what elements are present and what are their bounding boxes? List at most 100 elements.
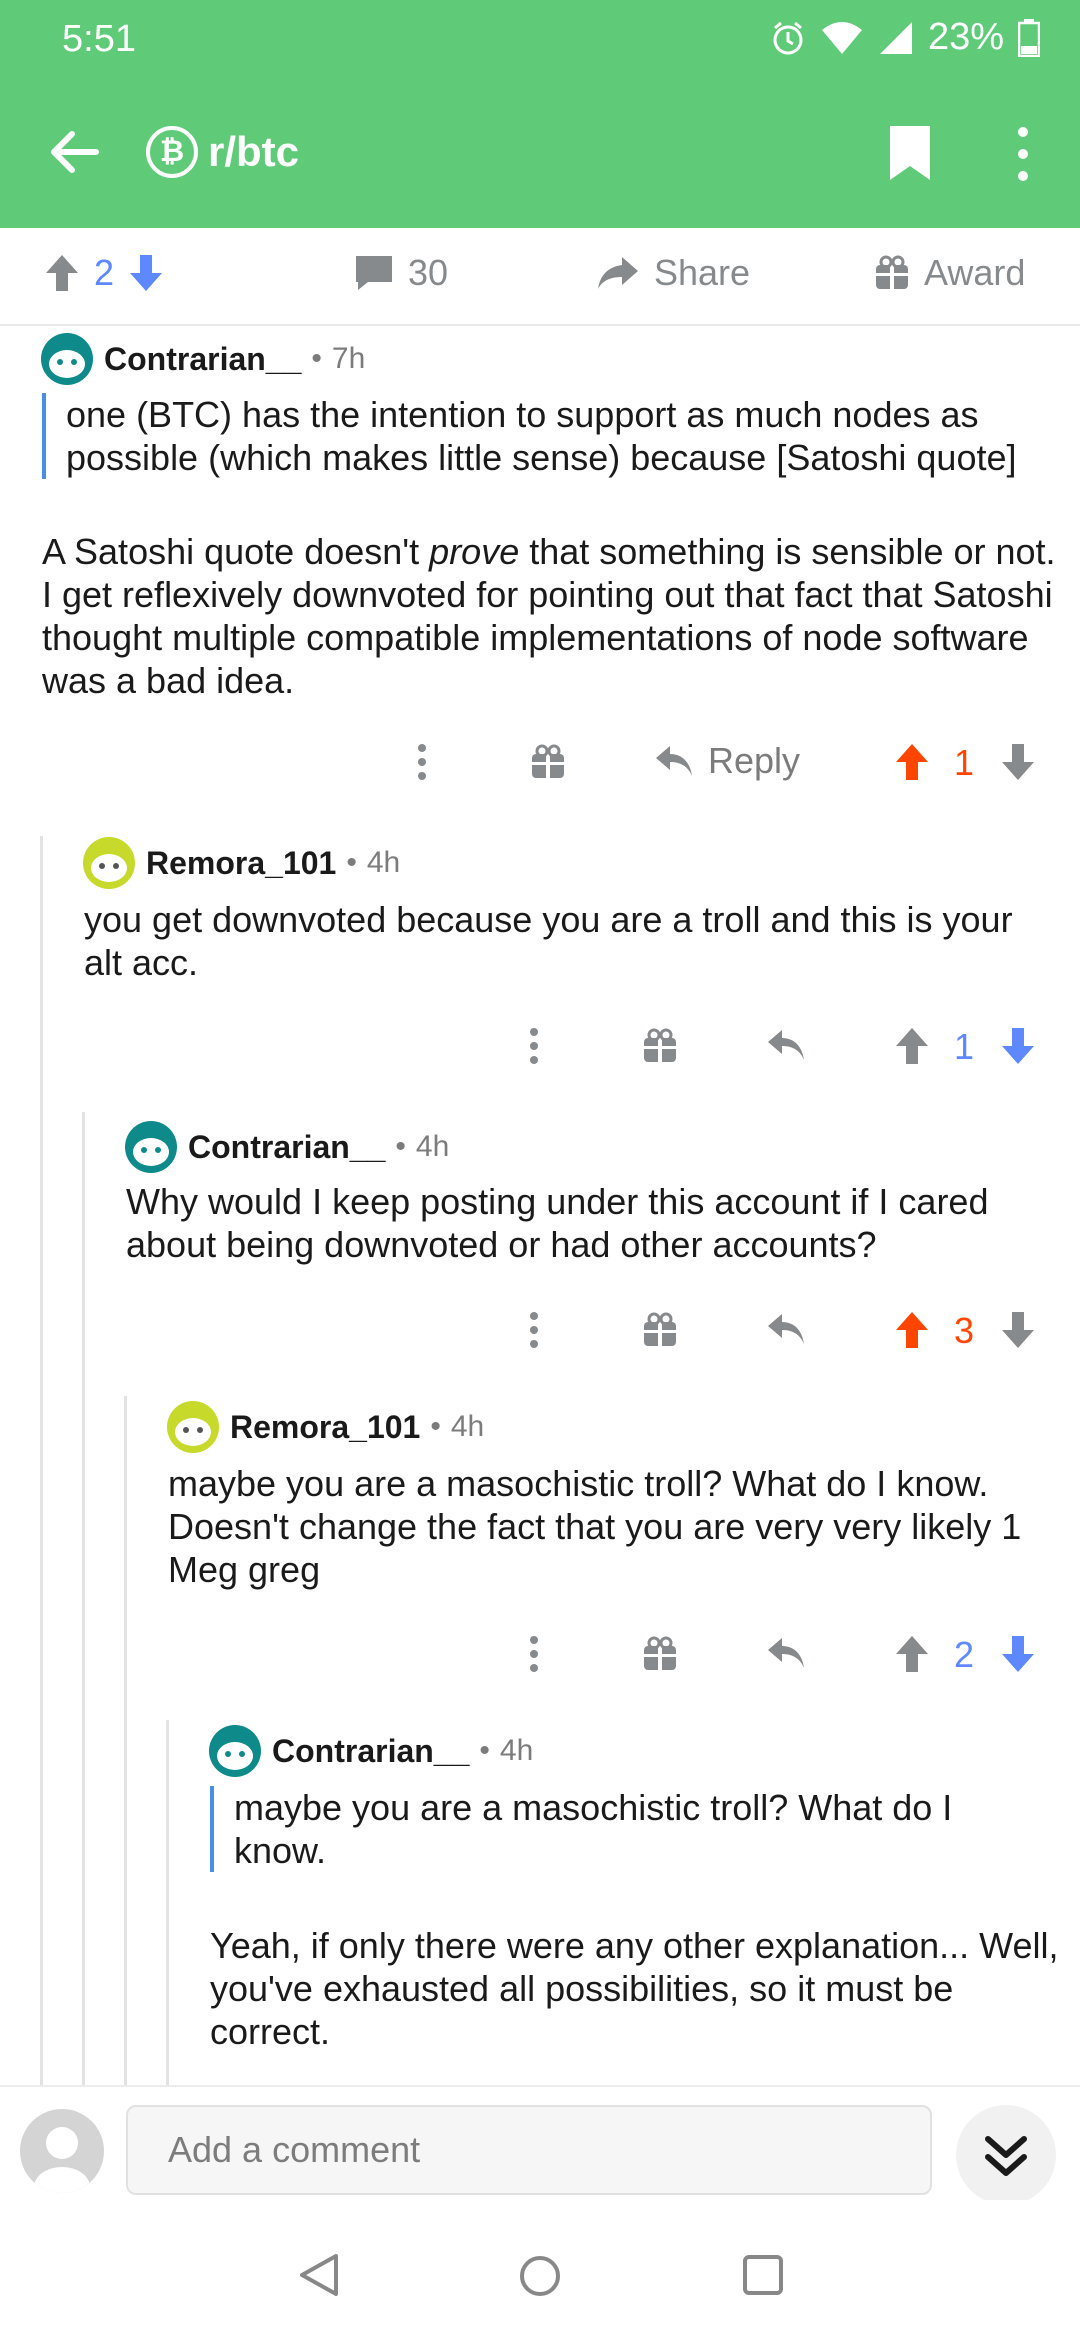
subreddit-name: r/btc	[208, 128, 300, 175]
separator-dot: •	[395, 1130, 406, 1163]
avatar[interactable]	[208, 1724, 262, 1778]
reply-icon	[656, 746, 692, 776]
reply-label: Reply	[708, 740, 801, 781]
user-icon	[34, 2127, 90, 2193]
downvote-icon[interactable]	[1000, 1310, 1036, 1350]
comment-score: 2	[954, 1634, 975, 1675]
comment-header: Remora_101 • 4h	[166, 1400, 484, 1454]
comment-body: Why would I keep posting under this acco…	[126, 1181, 989, 1265]
comment-age: 4h	[415, 1130, 450, 1163]
gift-icon[interactable]	[642, 1312, 678, 1348]
comment-header: Contrarian__ • 7h	[40, 332, 365, 386]
wifi-icon	[821, 21, 862, 54]
comment-body-emphasis: prove	[429, 531, 520, 572]
upvote-icon[interactable]	[44, 253, 80, 293]
separator-dot: •	[346, 846, 357, 879]
upvote-icon[interactable]	[894, 1026, 930, 1066]
upvote-icon[interactable]	[894, 742, 930, 782]
comments-button[interactable]: 30	[354, 252, 448, 294]
reply-button[interactable]: Reply	[654, 740, 800, 782]
comment-header: Contrarian__ • 4h	[124, 1120, 449, 1174]
more-vert-icon[interactable]	[526, 1634, 542, 1674]
comment-author[interactable]: Contrarian__	[272, 1733, 469, 1770]
battery-percent: 23%	[927, 16, 1004, 58]
separator-dot: •	[479, 1734, 490, 1767]
avatar[interactable]	[124, 1120, 178, 1174]
upvote-icon[interactable]	[894, 1634, 930, 1674]
subreddit-link[interactable]: ₿ r/btc	[146, 126, 299, 178]
user-avatar[interactable]	[20, 2109, 104, 2193]
downvote-icon[interactable]	[1000, 1026, 1036, 1066]
comment-header: Remora_101 • 4h	[82, 836, 400, 890]
alarm-icon	[773, 21, 803, 54]
comment-age: 4h	[499, 1734, 534, 1767]
nav-home-icon[interactable]	[518, 2254, 562, 2298]
bookmark-icon[interactable]	[888, 124, 932, 182]
avatar[interactable]	[166, 1400, 220, 1454]
comment-score: 1	[954, 742, 975, 783]
comment-author[interactable]: Contrarian__	[104, 341, 301, 378]
comment-score: 1	[954, 1026, 975, 1067]
thread-line	[166, 1720, 169, 2086]
add-comment-input[interactable]: Add a comment	[126, 2105, 932, 2195]
reply-icon[interactable]	[766, 1636, 806, 1670]
award-button[interactable]: Award	[874, 252, 1025, 294]
comment-age: 4h	[366, 846, 401, 879]
thread-line	[124, 1396, 127, 2086]
downvote-icon[interactable]	[1000, 1634, 1036, 1674]
award-label: Award	[924, 252, 1026, 293]
post-action-row: 2 30 Share Award	[0, 228, 1080, 326]
separator-dot: •	[311, 342, 322, 375]
comment-actions: Reply 1	[0, 738, 1080, 788]
share-label: Share	[654, 252, 751, 293]
battery-icon	[1018, 18, 1040, 57]
nav-back-icon[interactable]	[298, 2252, 340, 2298]
comment-body: Yeah, if only there were any other expla…	[210, 1925, 1059, 2052]
upvote-icon[interactable]	[894, 1310, 930, 1350]
more-vert-icon[interactable]	[526, 1026, 542, 1066]
scroll-next-button[interactable]	[956, 2105, 1056, 2205]
bitcoin-icon: ₿	[146, 126, 198, 178]
comment-author[interactable]: Remora_101	[146, 845, 336, 882]
comment-actions: 2	[0, 1630, 1080, 1680]
thread-line	[82, 1112, 85, 2086]
gift-icon[interactable]	[530, 744, 566, 780]
share-icon	[598, 257, 638, 289]
comment-age: 4h	[450, 1410, 485, 1443]
gift-icon[interactable]	[642, 1028, 678, 1064]
back-arrow-icon[interactable]	[44, 122, 104, 182]
nav-recents-icon[interactable]	[742, 2254, 784, 2296]
comment-body: maybe you are a masochistic troll? What …	[168, 1463, 1022, 1590]
comment-actions: 3	[0, 1306, 1080, 1356]
comment-body: you get downvoted because you are a trol…	[84, 899, 1013, 983]
more-vert-icon[interactable]	[414, 742, 430, 782]
comment-author[interactable]: Contrarian__	[188, 1129, 385, 1166]
reply-icon[interactable]	[766, 1312, 806, 1346]
system-nav-bar	[0, 2200, 1080, 2340]
gift-icon[interactable]	[642, 1636, 678, 1672]
comment-author[interactable]: Remora_101	[230, 1409, 420, 1446]
comment-body: A Satoshi quote doesn't prove that somet…	[42, 530, 1062, 702]
share-button[interactable]: Share	[596, 252, 750, 294]
comment-actions: 1	[0, 1022, 1080, 1072]
more-vert-icon[interactable]	[526, 1310, 542, 1350]
status-time: 5:51	[62, 18, 136, 60]
comment-score: 3	[954, 1310, 975, 1351]
downvote-icon[interactable]	[1000, 742, 1036, 782]
downvote-icon[interactable]	[128, 253, 164, 293]
comment-body-text: A Satoshi quote doesn't	[42, 531, 430, 572]
comment-quote: maybe you are a masochistic troll? What …	[210, 1786, 994, 1872]
more-vert-icon[interactable]	[1010, 124, 1036, 184]
avatar[interactable]	[40, 332, 94, 386]
post-score: 2	[94, 252, 115, 293]
avatar[interactable]	[82, 836, 136, 890]
chevron-double-down-icon	[985, 2136, 1027, 2176]
comment-age: 7h	[331, 342, 366, 375]
reply-icon[interactable]	[766, 1028, 806, 1062]
comment-header: Contrarian__ • 4h	[208, 1724, 533, 1778]
app-bar: ₿ r/btc	[0, 80, 1080, 228]
signal-icon	[879, 21, 912, 54]
comment-composer-bar: Add a comment	[0, 2085, 1080, 2205]
comment-quote: one (BTC) has the intention to support a…	[42, 393, 1056, 479]
status-bar: 5:51 23%	[0, 0, 1080, 80]
